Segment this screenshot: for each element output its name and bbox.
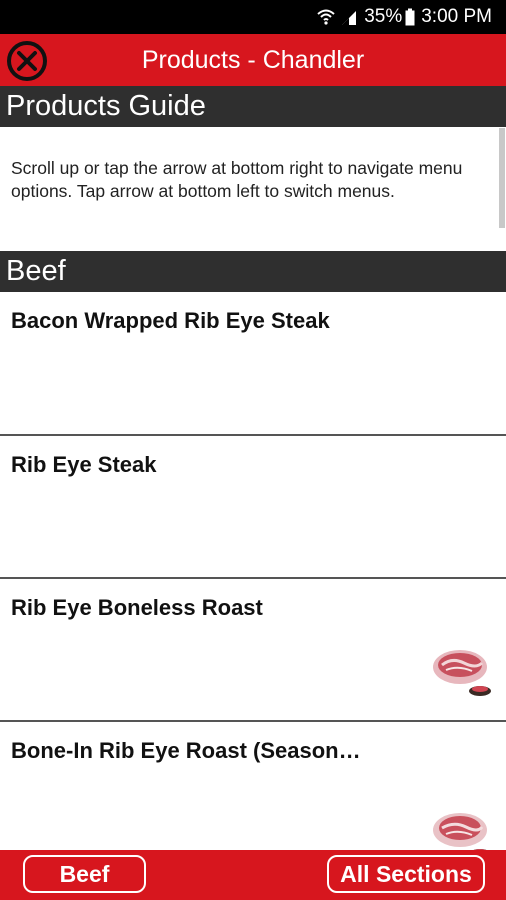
- wifi-icon: [316, 8, 336, 26]
- section-header-beef: Beef: [0, 251, 506, 292]
- scroll-indicator[interactable]: [499, 128, 505, 228]
- signal-icon: [340, 8, 358, 26]
- status-bar: 35% 3:00 PM: [0, 0, 506, 34]
- all-sections-button[interactable]: All Sections: [327, 855, 485, 893]
- battery-percentage: 35%: [364, 6, 403, 27]
- guide-instructions: Scroll up or tap the arrow at bottom rig…: [11, 158, 463, 201]
- product-name: Rib Eye Steak: [11, 452, 157, 477]
- product-name: Rib Eye Boneless Roast: [11, 595, 263, 620]
- app-bar: Products - Chandler: [0, 34, 506, 86]
- beef-roast-icon: [433, 650, 491, 696]
- product-item[interactable]: Rib Eye Boneless Roast: [0, 577, 506, 719]
- bottom-bar: Beef All Sections: [0, 850, 506, 900]
- product-item[interactable]: Rib Eye Steak: [0, 434, 506, 576]
- product-name: Bacon Wrapped Rib Eye Steak: [11, 308, 330, 333]
- close-button[interactable]: [4, 38, 50, 84]
- app-title: Products - Chandler: [141, 45, 365, 74]
- product-item[interactable]: Bone-In Rib Eye Roast (Season…: [0, 720, 506, 862]
- guide-header: Products Guide: [0, 86, 506, 127]
- menu-switch-button[interactable]: Beef: [23, 855, 146, 893]
- product-name: Bone-In Rib Eye Roast (Season…: [11, 738, 361, 763]
- battery-icon: [405, 8, 415, 26]
- close-circle-icon: [7, 41, 47, 81]
- product-item[interactable]: Bacon Wrapped Rib Eye Steak: [0, 292, 506, 434]
- clock: 3:00 PM: [421, 6, 492, 27]
